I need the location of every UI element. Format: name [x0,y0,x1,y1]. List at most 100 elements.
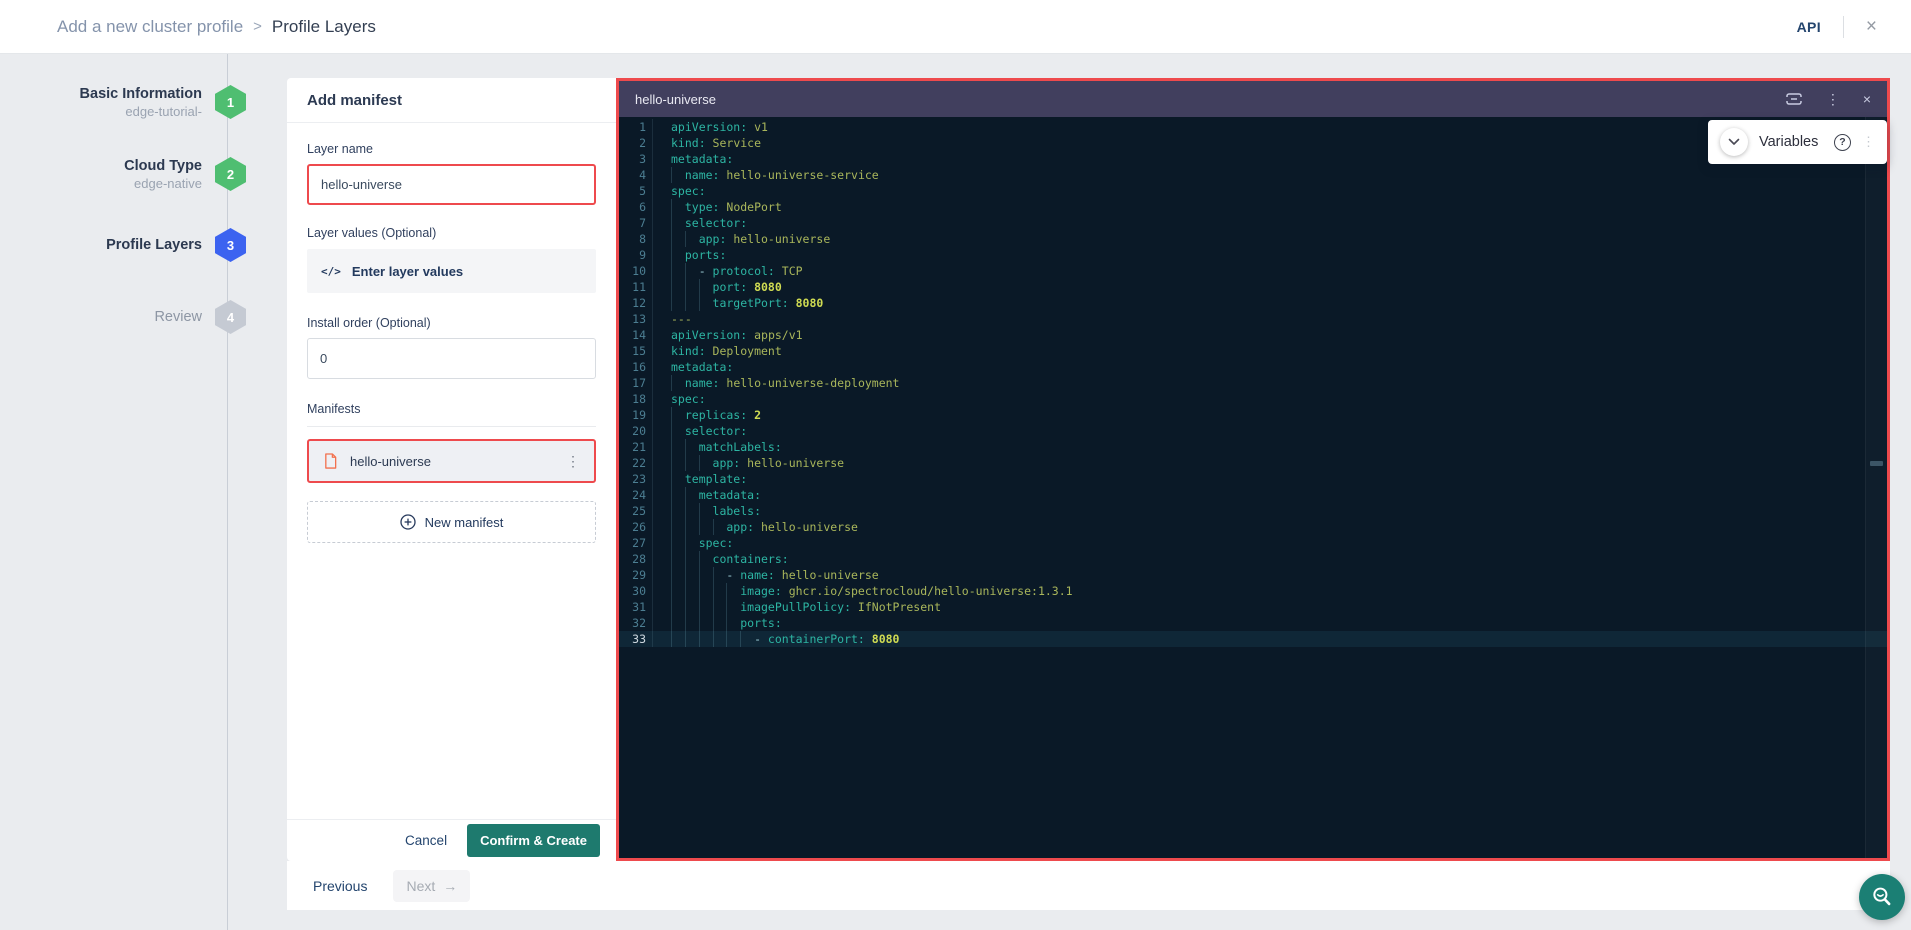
code-line: 8app: hello-universe [619,231,1887,247]
line-number: 15 [619,343,653,359]
line-number: 21 [619,439,653,455]
code-line: 15kind: Deployment [619,343,1887,359]
line-number: 7 [619,215,653,231]
code-line: 30image: ghcr.io/spectrocloud/hello-univ… [619,583,1887,599]
manifest-item[interactable]: hello-universe ⋮ [307,439,596,483]
vertical-divider [1843,16,1844,38]
enter-layer-values-label: Enter layer values [352,264,463,279]
close-icon[interactable]: × [1863,92,1871,106]
breadcrumb-separator: > [253,18,262,35]
line-number: 13 [619,311,653,327]
step-sublabel: edge-tutorial- [125,104,202,119]
magnifier-smile-icon [1869,884,1895,910]
step-badge: 1 [215,85,246,119]
line-number: 25 [619,503,653,519]
previous-button[interactable]: Previous [313,878,367,894]
breadcrumb-parent[interactable]: Add a new cluster profile [57,17,243,37]
line-number: 4 [619,167,653,183]
code-line: 16metadata: [619,359,1887,375]
help-icon[interactable]: ? [1834,134,1851,151]
kebab-menu-icon[interactable]: ⋮ [1862,134,1875,150]
code-line: 24metadata: [619,487,1887,503]
code-line: 32ports: [619,615,1887,631]
code-line: 33- containerPort: 8080 [619,631,1887,647]
line-number: 28 [619,551,653,567]
step-cloud-type[interactable]: Cloud Typeedge-native2 [0,157,246,191]
line-number: 18 [619,391,653,407]
line-number: 14 [619,327,653,343]
layer-values-label: Layer values (Optional) [307,226,596,240]
code-line: 29- name: hello-universe [619,567,1887,583]
line-number: 30 [619,583,653,599]
add-manifest-panel: Add manifest Layer name Layer values (Op… [287,78,616,861]
code-line: 2kind: Service [619,135,1887,151]
line-number: 8 [619,231,653,247]
line-number: 5 [619,183,653,199]
layer-name-input[interactable] [307,164,596,205]
file-icon [323,452,338,470]
step-badge: 4 [215,300,246,334]
line-number: 33 [619,631,653,647]
step-basic-information[interactable]: Basic Information edge-tutorial- 1 [0,85,246,119]
code-line: 4name: hello-universe-service [619,167,1887,183]
step-sublabel: edge-native [134,176,202,191]
step-label: Review [154,309,202,325]
app-window: Add a new cluster profile > Profile Laye… [0,0,1911,930]
panel-footer: Cancel Confirm & Create [287,819,616,861]
confirm-create-button[interactable]: Confirm & Create [467,824,600,857]
variables-label: Variables [1759,134,1823,150]
line-number: 11 [619,279,653,295]
code-line: 7selector: [619,215,1887,231]
next-label: Next [406,878,435,894]
step-label: Basic Information [80,86,202,102]
line-number: 20 [619,423,653,439]
code-line: 10- protocol: TCP [619,263,1887,279]
line-number: 3 [619,151,653,167]
step-profile-layers[interactable]: Profile Layers3 [0,228,246,262]
step-review[interactable]: Review 4 [0,300,246,334]
scrollbar-thumb[interactable] [1870,461,1883,466]
line-number: 29 [619,567,653,583]
close-icon[interactable]: × [1866,17,1877,36]
chevron-down-icon[interactable] [1720,128,1748,156]
step-label: Cloud Type [124,158,202,174]
panel-title: Add manifest [287,78,616,123]
split-view-icon[interactable] [1785,92,1803,106]
code-line: 6type: NodePort [619,199,1887,215]
help-search-fab[interactable] [1859,874,1905,920]
code-line: 22app: hello-universe [619,455,1887,471]
api-button[interactable]: API [1797,19,1821,35]
code-line: 19replicas: 2 [619,407,1887,423]
code-line: 9ports: [619,247,1887,263]
code-line: 13--- [619,311,1887,327]
new-manifest-button[interactable]: New manifest [307,501,596,543]
next-button[interactable]: Next → [393,870,470,902]
step-label: Profile Layers [106,237,202,253]
code-line: 17name: hello-universe-deployment [619,375,1887,391]
line-number: 23 [619,471,653,487]
editor-scrollbar[interactable] [1865,117,1887,858]
code-line: 28containers: [619,551,1887,567]
line-number: 17 [619,375,653,391]
code-line: 1apiVersion: v1 [619,119,1887,135]
code-icon: </> [321,265,341,278]
cancel-button[interactable]: Cancel [405,833,447,848]
code-line: 20selector: [619,423,1887,439]
plus-circle-icon [400,514,416,530]
line-number: 1 [619,119,653,135]
kebab-menu-icon[interactable]: ⋮ [562,451,584,472]
line-number: 32 [619,615,653,631]
code-line: 27spec: [619,535,1887,551]
code-line: 5spec: [619,183,1887,199]
line-number: 24 [619,487,653,503]
code-editor[interactable]: 1apiVersion: v12kind: Service3metadata:4… [619,117,1887,858]
kebab-menu-icon[interactable]: ⋮ [1826,92,1840,106]
enter-layer-values-button[interactable]: </> Enter layer values [307,249,596,293]
line-number: 26 [619,519,653,535]
line-number: 6 [619,199,653,215]
wizard-footer: Previous Next → [287,861,1890,910]
install-order-input[interactable] [307,338,596,379]
layer-name-label: Layer name [307,142,596,156]
editor-header: hello-universe ⋮ × [619,81,1887,117]
breadcrumb-current: Profile Layers [272,17,376,37]
